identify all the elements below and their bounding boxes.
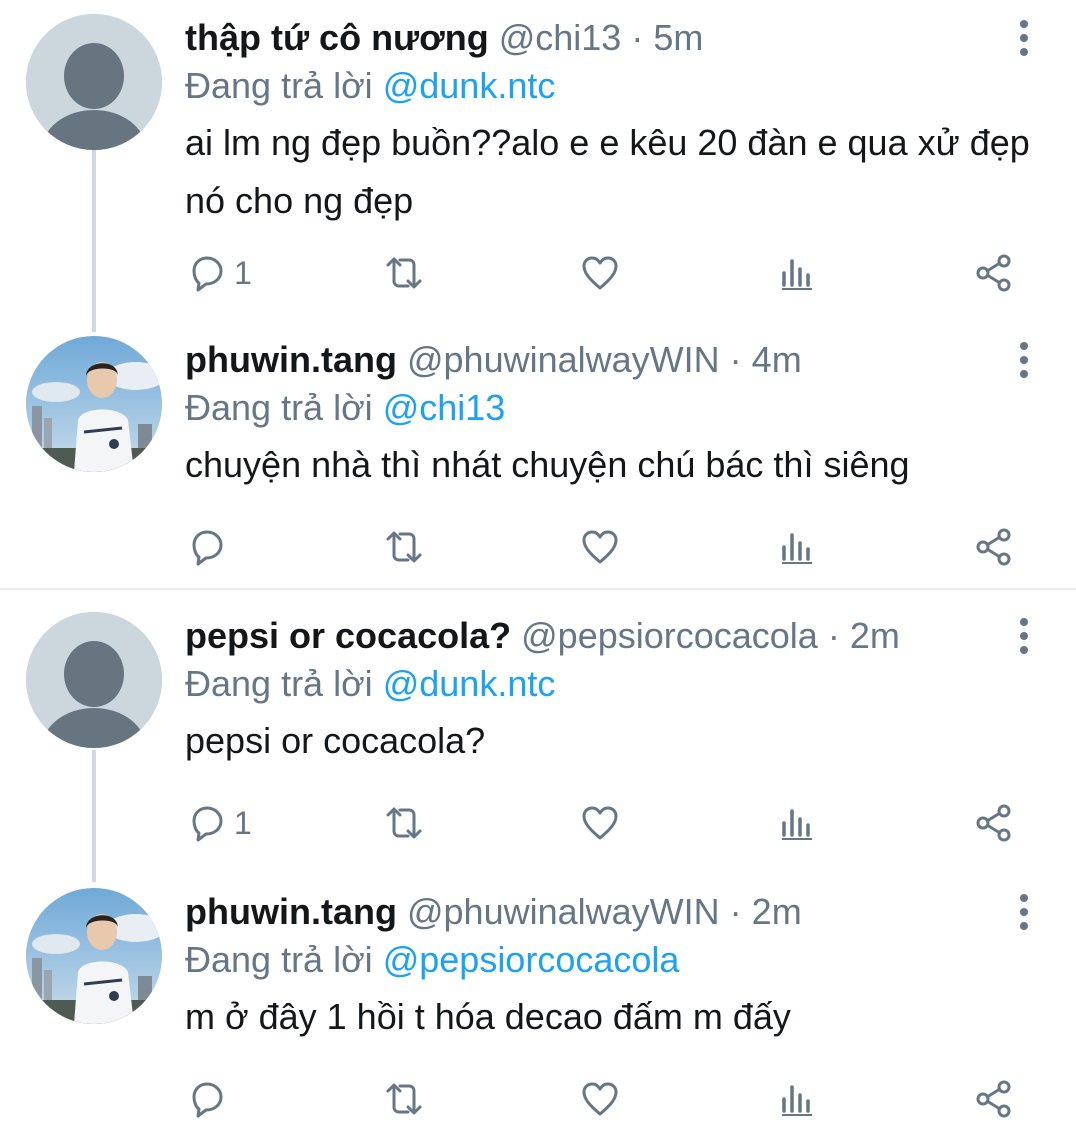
retweet-button[interactable] [382, 248, 426, 298]
like-icon [582, 806, 618, 840]
tweet-actions: 1 [0, 798, 1076, 848]
like-icon [582, 256, 618, 290]
replying-to: Đang trả lời @pepsiorcocacola [185, 936, 1045, 984]
reply-button[interactable]: 1 [186, 798, 252, 848]
timestamp[interactable]: 4m [752, 339, 802, 380]
separator: · [729, 339, 742, 380]
tweet-header: thập tứ cô nương @chi13 · 5m [185, 14, 1045, 62]
tweet-header: pepsi or cocacola? @pepsiorcocacola · 2m [185, 612, 1045, 660]
analytics-icon [782, 533, 812, 564]
retweet-button[interactable] [382, 522, 426, 572]
analytics-button[interactable] [778, 798, 818, 848]
handle[interactable]: @phuwinalwayWIN [407, 891, 720, 932]
reply-count: 1 [234, 804, 252, 841]
tweet-header: phuwin.tang @phuwinalwayWIN · 2m [185, 888, 1045, 936]
separator: · [729, 891, 742, 932]
reply-button[interactable] [186, 1074, 234, 1124]
tweet-header: phuwin.tang @phuwinalwayWIN · 4m [185, 336, 1045, 384]
display-name[interactable]: thập tứ cô nương [185, 17, 489, 58]
replying-label: Đang trả lời [185, 663, 373, 704]
mention-link[interactable]: @dunk.ntc [383, 663, 556, 704]
separator: · [827, 615, 840, 656]
more-options-icon[interactable] [1012, 894, 1036, 934]
tweet-body: phuwin.tang @phuwinalwayWIN · 4m Đang tr… [185, 336, 1045, 494]
tweet-text: chuyện nhà thì nhát chuyện chú bác thì s… [185, 444, 910, 485]
like-icon [582, 530, 618, 564]
replying-label: Đang trả lời [185, 939, 373, 980]
share-button[interactable] [974, 522, 1014, 572]
like-button[interactable] [580, 248, 620, 298]
analytics-icon [782, 809, 812, 840]
default-avatar-icon[interactable] [26, 612, 162, 748]
retweet-icon [386, 807, 422, 839]
retweet-icon [386, 1083, 422, 1115]
display-name[interactable]: phuwin.tang [185, 339, 397, 380]
reply-button[interactable] [186, 522, 234, 572]
avatar[interactable] [26, 888, 162, 1024]
tweet-actions: 1 [0, 248, 1076, 298]
retweet-button[interactable] [382, 798, 426, 848]
analytics-button[interactable] [778, 522, 818, 572]
analytics-button[interactable] [778, 248, 818, 298]
replying-label: Đang trả lời [185, 65, 373, 106]
handle[interactable]: @chi13 [499, 17, 622, 58]
mention-link[interactable]: @pepsiorcocacola [383, 939, 680, 980]
replying-to: Đang trả lời @dunk.ntc [185, 62, 1045, 110]
divider [0, 588, 1076, 590]
share-button[interactable] [974, 798, 1014, 848]
avatar[interactable] [26, 336, 162, 472]
share-button[interactable] [974, 248, 1014, 298]
share-icon [976, 254, 1011, 292]
handle[interactable]: @pepsiorcocacola [521, 615, 818, 656]
analytics-icon [782, 259, 812, 290]
default-avatar-icon[interactable] [26, 14, 162, 150]
replying-to: Đang trả lời @dunk.ntc [185, 660, 1045, 708]
separator: · [631, 17, 644, 58]
like-button[interactable] [580, 798, 620, 848]
more-options-icon[interactable] [1012, 20, 1036, 60]
timestamp[interactable]: 5m [653, 17, 703, 58]
tweet-text: ai lm ng đẹp buồn??alo e e kêu 20 đàn e … [185, 122, 1030, 221]
share-icon [976, 1080, 1011, 1118]
handle[interactable]: @phuwinalwayWIN [407, 339, 720, 380]
reply-icon [192, 1082, 223, 1118]
share-icon [976, 528, 1011, 566]
timestamp[interactable]: 2m [752, 891, 802, 932]
tweet-text: pepsi or cocacola? [185, 720, 486, 761]
reply-icon [192, 530, 223, 566]
display-name[interactable]: pepsi or cocacola? [185, 615, 511, 656]
tweet-text: m ở đây 1 hồi t hóa decao đấm m đấy [185, 996, 791, 1037]
tweet-body: pepsi or cocacola? @pepsiorcocacola · 2m… [185, 612, 1045, 770]
tweet-actions [0, 522, 1076, 572]
reply-icon [192, 256, 223, 292]
more-options-icon[interactable] [1012, 342, 1036, 382]
tweet-body: phuwin.tang @phuwinalwayWIN · 2m Đang tr… [185, 888, 1045, 1046]
tweet-body: thập tứ cô nương @chi13 · 5m Đang trả lờ… [185, 14, 1045, 230]
like-icon [582, 1082, 618, 1116]
reply-button[interactable]: 1 [186, 248, 252, 298]
mention-link[interactable]: @chi13 [383, 387, 506, 428]
replying-label: Đang trả lời [185, 387, 373, 428]
analytics-button[interactable] [778, 1074, 818, 1124]
more-options-icon[interactable] [1012, 618, 1036, 658]
like-button[interactable] [580, 522, 620, 572]
reply-icon [192, 806, 223, 842]
retweet-icon [386, 257, 422, 289]
analytics-icon [782, 1085, 812, 1116]
retweet-button[interactable] [382, 1074, 426, 1124]
share-button[interactable] [974, 1074, 1014, 1124]
like-button[interactable] [580, 1074, 620, 1124]
share-icon [976, 804, 1011, 842]
retweet-icon [386, 531, 422, 563]
reply-count: 1 [234, 254, 252, 291]
display-name[interactable]: phuwin.tang [185, 891, 397, 932]
timestamp[interactable]: 2m [850, 615, 900, 656]
replying-to: Đang trả lời @chi13 [185, 384, 1045, 432]
thread-line-1 [92, 150, 96, 332]
tweet-actions [0, 1074, 1076, 1124]
mention-link[interactable]: @dunk.ntc [383, 65, 556, 106]
